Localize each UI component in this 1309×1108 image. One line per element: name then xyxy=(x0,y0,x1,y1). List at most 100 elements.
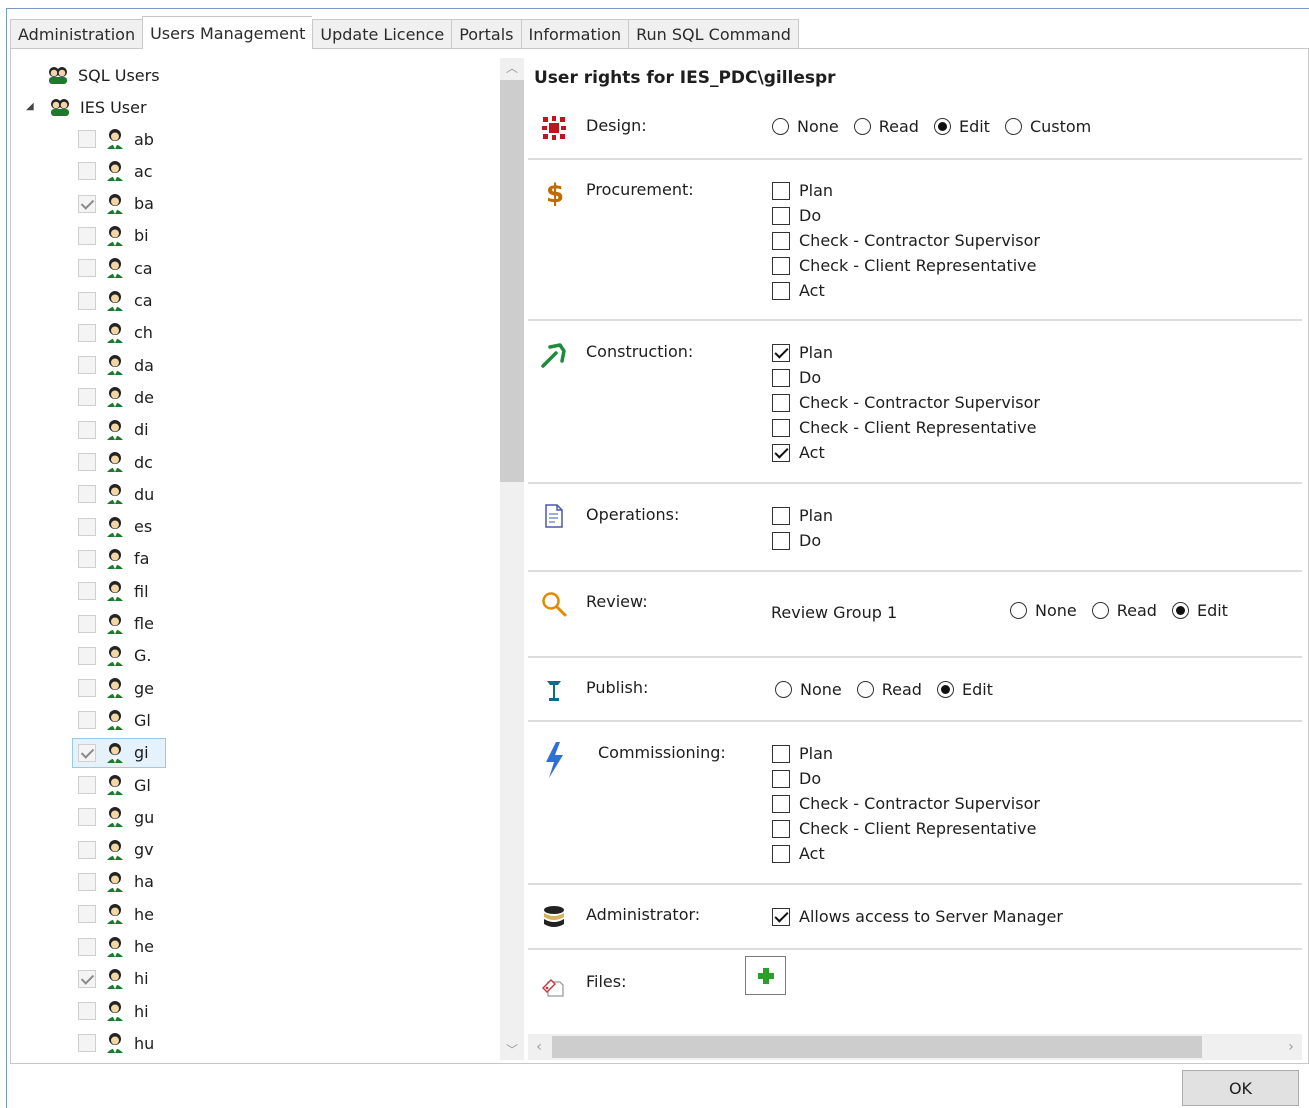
checkbox[interactable] xyxy=(772,256,790,275)
permission-option[interactable]: Check - Client Representative xyxy=(772,816,1040,841)
user-checkbox[interactable] xyxy=(78,323,96,342)
user-checkbox[interactable] xyxy=(78,194,96,213)
user-tree-item[interactable]: ch xyxy=(78,318,153,348)
user-tree-item[interactable]: ha xyxy=(78,867,154,897)
scroll-up-icon[interactable]: ︿ xyxy=(500,58,524,78)
permission-option[interactable]: Check - Contractor Supervisor xyxy=(772,228,1040,253)
permission-option[interactable]: Plan xyxy=(772,741,1040,766)
checkbox[interactable] xyxy=(772,368,790,387)
user-checkbox[interactable] xyxy=(78,226,96,245)
permission-option[interactable]: Do xyxy=(772,528,833,553)
checkbox[interactable] xyxy=(772,418,790,437)
user-checkbox[interactable] xyxy=(78,485,96,504)
user-checkbox[interactable] xyxy=(78,388,96,407)
user-checkbox[interactable] xyxy=(78,776,96,794)
user-tree-item[interactable]: hu xyxy=(78,1028,154,1058)
checkbox[interactable] xyxy=(772,769,790,788)
user-tree-item[interactable]: ca xyxy=(78,253,153,283)
user-checkbox[interactable] xyxy=(78,872,96,891)
user-tree-item[interactable]: ab xyxy=(78,124,154,154)
radio-none[interactable] xyxy=(775,681,792,698)
permission-option[interactable]: Do xyxy=(772,365,1040,390)
user-tree-item[interactable]: gi xyxy=(72,737,166,768)
user-checkbox[interactable] xyxy=(78,356,96,375)
user-checkbox[interactable] xyxy=(78,808,96,827)
user-checkbox[interactable] xyxy=(78,517,96,536)
user-tree-item[interactable]: dc xyxy=(78,447,153,477)
user-tree[interactable]: SQL Users ◢ IES User ab ac ba bi ca ca ch da de d… xyxy=(14,58,498,1060)
scroll-down-icon[interactable]: ﹀ xyxy=(500,1040,524,1060)
checkbox[interactable] xyxy=(772,206,790,225)
user-tree-item[interactable]: hi xyxy=(78,964,149,994)
radio-read[interactable] xyxy=(1091,602,1109,619)
permission-option[interactable]: Act xyxy=(772,278,1040,303)
tab-portals[interactable]: Portals xyxy=(451,19,521,49)
permission-option[interactable]: Plan xyxy=(772,503,833,528)
user-tree-item[interactable]: bi xyxy=(78,221,149,251)
user-checkbox[interactable] xyxy=(78,614,96,633)
user-checkbox[interactable] xyxy=(78,130,96,148)
permission-option[interactable]: Check - Client Representative xyxy=(772,253,1040,278)
user-tree-item[interactable]: ac xyxy=(78,156,153,186)
checkbox[interactable] xyxy=(772,531,790,550)
radio-edit[interactable] xyxy=(933,118,951,135)
radio-read[interactable] xyxy=(856,681,874,698)
permission-option[interactable]: Plan xyxy=(772,178,1040,203)
user-tree-item[interactable]: Gl xyxy=(78,770,151,800)
checkbox[interactable] xyxy=(772,281,790,300)
user-tree-item[interactable]: di xyxy=(78,415,149,445)
radio-edit[interactable] xyxy=(936,681,954,698)
user-tree-item[interactable]: fle xyxy=(78,609,154,639)
permission-option[interactable]: Act xyxy=(772,841,1040,866)
user-tree-item[interactable]: fil xyxy=(78,576,149,606)
user-checkbox[interactable] xyxy=(78,905,96,924)
radio-none[interactable] xyxy=(1010,602,1027,619)
expander-icon[interactable]: ◢ xyxy=(26,102,36,112)
tab-update-licence[interactable]: Update Licence xyxy=(312,19,452,49)
ok-button[interactable]: OK xyxy=(1182,1070,1299,1106)
permission-option[interactable]: Check - Contractor Supervisor xyxy=(772,791,1040,816)
radio-read[interactable] xyxy=(853,118,871,135)
user-tree-item[interactable]: ge xyxy=(78,673,154,703)
tree-node-ies-user[interactable]: ◢ IES User xyxy=(14,92,214,122)
user-tree-item[interactable]: gu xyxy=(78,802,154,832)
scrollbar-thumb[interactable] xyxy=(500,80,524,482)
rights-horizontal-scrollbar[interactable]: ‹ › xyxy=(528,1034,1302,1060)
radio-edit[interactable] xyxy=(1171,602,1189,619)
scrollbar-thumb[interactable] xyxy=(552,1036,1202,1058)
checkbox[interactable] xyxy=(772,794,790,813)
checkbox[interactable] xyxy=(772,744,790,763)
user-tree-item[interactable]: gv xyxy=(78,835,154,865)
radio-custom[interactable] xyxy=(1004,118,1022,135)
scroll-left-icon[interactable]: ‹ xyxy=(528,1034,550,1060)
checkbox[interactable] xyxy=(772,907,790,926)
checkbox[interactable] xyxy=(772,506,790,525)
user-tree-item[interactable]: ba xyxy=(78,189,154,219)
user-checkbox[interactable] xyxy=(78,162,96,181)
user-tree-item[interactable]: hi xyxy=(78,996,149,1026)
user-checkbox[interactable] xyxy=(78,1034,96,1053)
administrator-option[interactable]: Allows access to Server Manager xyxy=(772,904,1063,929)
checkbox[interactable] xyxy=(772,231,790,250)
permission-option[interactable]: Act xyxy=(772,440,1040,465)
checkbox[interactable] xyxy=(772,393,790,412)
tab-information[interactable]: Information xyxy=(520,19,629,49)
checkbox[interactable] xyxy=(772,844,790,863)
checkbox[interactable] xyxy=(772,343,790,362)
checkbox[interactable] xyxy=(772,181,790,200)
user-checkbox[interactable] xyxy=(78,1002,96,1021)
user-tree-item[interactable]: Gl xyxy=(78,705,151,735)
tree-vertical-scrollbar[interactable]: ︿ ﹀ xyxy=(500,58,524,1060)
scroll-right-icon[interactable]: › xyxy=(1280,1034,1302,1060)
user-checkbox[interactable] xyxy=(78,937,96,956)
user-tree-item[interactable]: ca xyxy=(78,286,153,316)
add-file-button[interactable] xyxy=(745,956,786,995)
tab-administration[interactable]: Administration xyxy=(10,19,143,49)
user-tree-item[interactable]: du xyxy=(78,479,154,509)
user-tree-item[interactable]: es xyxy=(78,512,152,542)
user-tree-item[interactable]: he xyxy=(78,899,154,929)
permission-option[interactable]: Do xyxy=(772,203,1040,228)
user-tree-item[interactable]: fa xyxy=(78,544,149,574)
user-checkbox[interactable] xyxy=(78,549,96,568)
tab-users-management[interactable]: Users Management xyxy=(142,16,313,49)
